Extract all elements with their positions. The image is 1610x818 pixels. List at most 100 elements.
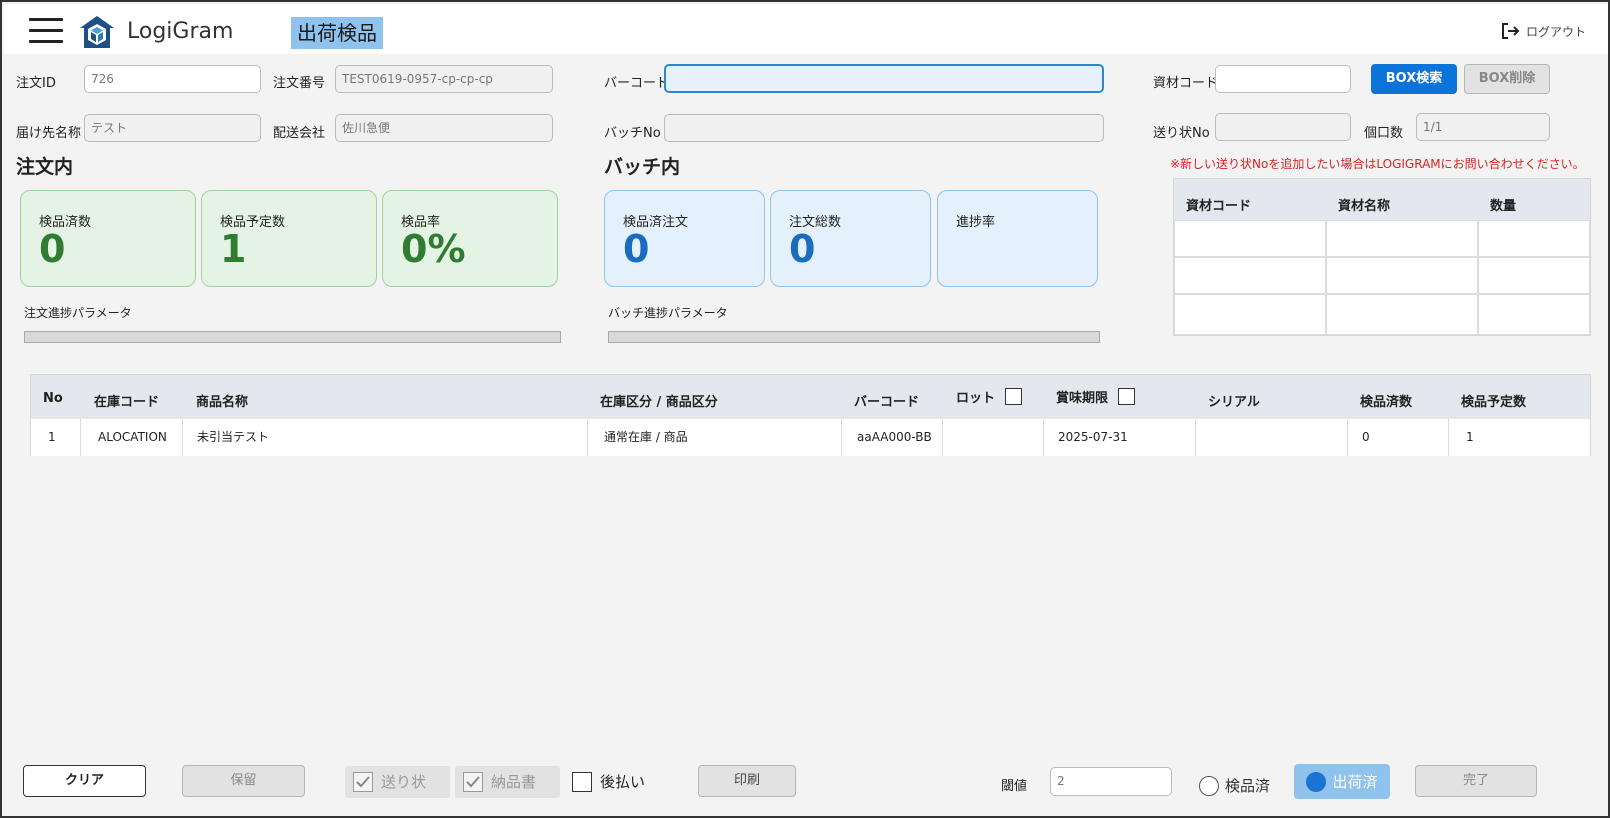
inspected-radio-label: 検品済 bbox=[1225, 777, 1271, 795]
col-category-header: 在庫区分 / 商品区分 bbox=[600, 395, 718, 410]
batch-progress-bar bbox=[608, 331, 1100, 343]
card-value: 1 bbox=[220, 227, 247, 271]
material-table: 資材コード 資材名称 数量 bbox=[1173, 178, 1591, 336]
batch-total-orders-card: 注文総数 0 bbox=[770, 190, 931, 287]
table-cell bbox=[1478, 220, 1590, 257]
order-section-title: 注文内 bbox=[16, 156, 74, 178]
shipped-toggle[interactable]: 出荷済 bbox=[1294, 764, 1390, 799]
table-cell bbox=[1478, 294, 1590, 335]
checkbox-checked-icon bbox=[463, 772, 483, 792]
table-cell bbox=[1478, 257, 1590, 294]
cell-barcode: aaAA000-BB bbox=[842, 419, 943, 456]
col-stock-code-header: 在庫コード bbox=[94, 395, 160, 410]
card-label: 進捗率 bbox=[956, 215, 996, 230]
quantity-header: 数量 bbox=[1490, 199, 1517, 214]
clear-button[interactable]: クリア bbox=[23, 765, 146, 797]
table-row[interactable]: 1 ALOCATION 未引当テスト 通常在庫 / 商品 aaAA000-BB … bbox=[31, 419, 1590, 456]
cell-lot bbox=[943, 419, 1044, 456]
col-expiry-header: 賞味期限 bbox=[1056, 387, 1136, 406]
logout-button[interactable]: ログアウト bbox=[1500, 21, 1586, 41]
order-progress-label: 注文進捗パラメータ bbox=[24, 306, 132, 320]
header-bar: LogiGram 出荷検品 ログアウト bbox=[4, 4, 1608, 54]
batch-inspected-orders-card: 検品済注文 0 bbox=[604, 190, 765, 287]
cell-product-name: 未引当テスト bbox=[183, 419, 588, 456]
batch-no-label: バッチNo bbox=[604, 126, 661, 141]
delivery-note-checkbox[interactable]: 納品書 bbox=[455, 766, 560, 798]
deferred-payment-label: 後払い bbox=[600, 773, 646, 791]
logout-label: ログアウト bbox=[1525, 24, 1586, 39]
col-barcode-header: バーコード bbox=[854, 395, 920, 410]
batch-section-title: バッチ内 bbox=[604, 156, 681, 178]
lot-checkbox[interactable] bbox=[1005, 388, 1023, 405]
threshold-input[interactable]: 2 bbox=[1050, 767, 1172, 796]
table-cell bbox=[1174, 220, 1326, 257]
col-planned-header: 検品予定数 bbox=[1461, 395, 1527, 410]
delivery-company-label: 配送会社 bbox=[273, 126, 326, 141]
radio-selected-icon bbox=[1306, 771, 1327, 792]
menu-icon[interactable] bbox=[29, 18, 63, 44]
checkbox-unchecked-icon bbox=[572, 772, 592, 792]
cell-no: 1 bbox=[31, 419, 81, 456]
batch-progress-label: バッチ進捗パラメータ bbox=[608, 306, 728, 320]
logogram-logo-icon bbox=[80, 16, 114, 48]
planned-count-card: 検品予定数 1 bbox=[201, 190, 377, 287]
box-search-button[interactable]: BOX検索 bbox=[1371, 64, 1457, 94]
cell-planned: 1 bbox=[1466, 430, 1474, 444]
order-progress-bar bbox=[24, 331, 561, 343]
batch-no-field[interactable] bbox=[664, 114, 1104, 142]
radio-unselected-icon bbox=[1199, 775, 1219, 796]
invoice-notice: ※新しい送り状Noを追加したい場合はLOGIGRAMにお問い合わせください。 bbox=[1170, 157, 1585, 171]
inspection-rate-card: 検品率 0% bbox=[382, 190, 558, 287]
hold-button[interactable]: 保留 bbox=[182, 765, 305, 797]
card-value: 0% bbox=[401, 227, 466, 271]
order-id-label: 注文ID bbox=[16, 76, 56, 91]
invoice-no-label: 送り状No bbox=[1153, 126, 1210, 141]
card-value: 0 bbox=[789, 227, 816, 271]
table-cell bbox=[1174, 257, 1326, 294]
recipient-name-label: 届け先名称 bbox=[16, 126, 82, 141]
col-product-name-header: 商品名称 bbox=[196, 395, 249, 410]
order-number-label: 注文番号 bbox=[273, 76, 326, 91]
lot-header-label: ロット bbox=[956, 391, 996, 406]
material-code-label: 資材コード bbox=[1153, 76, 1219, 91]
app-window: LogiGram 出荷検品 ログアウト 注文ID 726 注文番号 TEST06… bbox=[0, 0, 1610, 818]
batch-progress-rate-card: 進捗率 bbox=[937, 190, 1098, 287]
expiry-checkbox[interactable] bbox=[1118, 388, 1136, 405]
col-lot-header: ロット bbox=[956, 387, 1023, 406]
order-id-field[interactable]: 726 bbox=[84, 65, 261, 93]
shipped-label: 出荷済 bbox=[1332, 773, 1378, 791]
threshold-label: 閾値 bbox=[1001, 779, 1028, 794]
table-cell bbox=[1326, 257, 1478, 294]
print-button[interactable]: 印刷 bbox=[698, 765, 796, 797]
delivery-note-checkbox-label: 納品書 bbox=[491, 773, 537, 791]
barcode-label: バーコード bbox=[604, 76, 670, 91]
page-title: 出荷検品 bbox=[291, 17, 383, 49]
inspected-radio[interactable]: 検品済 bbox=[1199, 775, 1270, 796]
invoice-no-field[interactable] bbox=[1215, 113, 1351, 141]
material-name-header: 資材名称 bbox=[1338, 199, 1391, 214]
delivery-company-field[interactable]: 佐川急便 bbox=[335, 114, 553, 142]
deferred-payment-checkbox[interactable]: 後払い bbox=[572, 766, 645, 798]
col-serial-header: シリアル bbox=[1208, 395, 1260, 410]
cell-serial bbox=[1196, 419, 1348, 456]
recipient-name-field[interactable]: テスト bbox=[84, 114, 261, 142]
items-table: No 在庫コード 商品名称 在庫区分 / 商品区分 バーコード ロット 賞味期限… bbox=[30, 374, 1591, 456]
table-cell bbox=[1326, 294, 1478, 335]
package-count-field[interactable]: 1/1 bbox=[1416, 113, 1550, 141]
checkbox-checked-icon bbox=[353, 772, 373, 792]
expiry-header-label: 賞味期限 bbox=[1056, 391, 1109, 406]
package-count-label: 個口数 bbox=[1364, 126, 1404, 141]
app-name: LogiGram bbox=[127, 19, 234, 44]
invoice-checkbox-label: 送り状 bbox=[381, 773, 427, 791]
cell-expiry: 2025-07-31 bbox=[1044, 419, 1196, 456]
barcode-input[interactable] bbox=[664, 64, 1104, 93]
cell-category: 通常在庫 / 商品 bbox=[588, 419, 842, 456]
logout-icon bbox=[1501, 23, 1520, 39]
order-number-field[interactable]: TEST0619-0957-cp-cp-cp bbox=[335, 65, 553, 93]
complete-button[interactable]: 完了 bbox=[1415, 765, 1537, 797]
invoice-checkbox[interactable]: 送り状 bbox=[345, 766, 450, 798]
table-cell bbox=[1174, 294, 1326, 335]
card-value: 0 bbox=[623, 227, 650, 271]
box-delete-button[interactable]: BOX削除 bbox=[1464, 64, 1550, 94]
material-code-input[interactable] bbox=[1215, 65, 1351, 93]
